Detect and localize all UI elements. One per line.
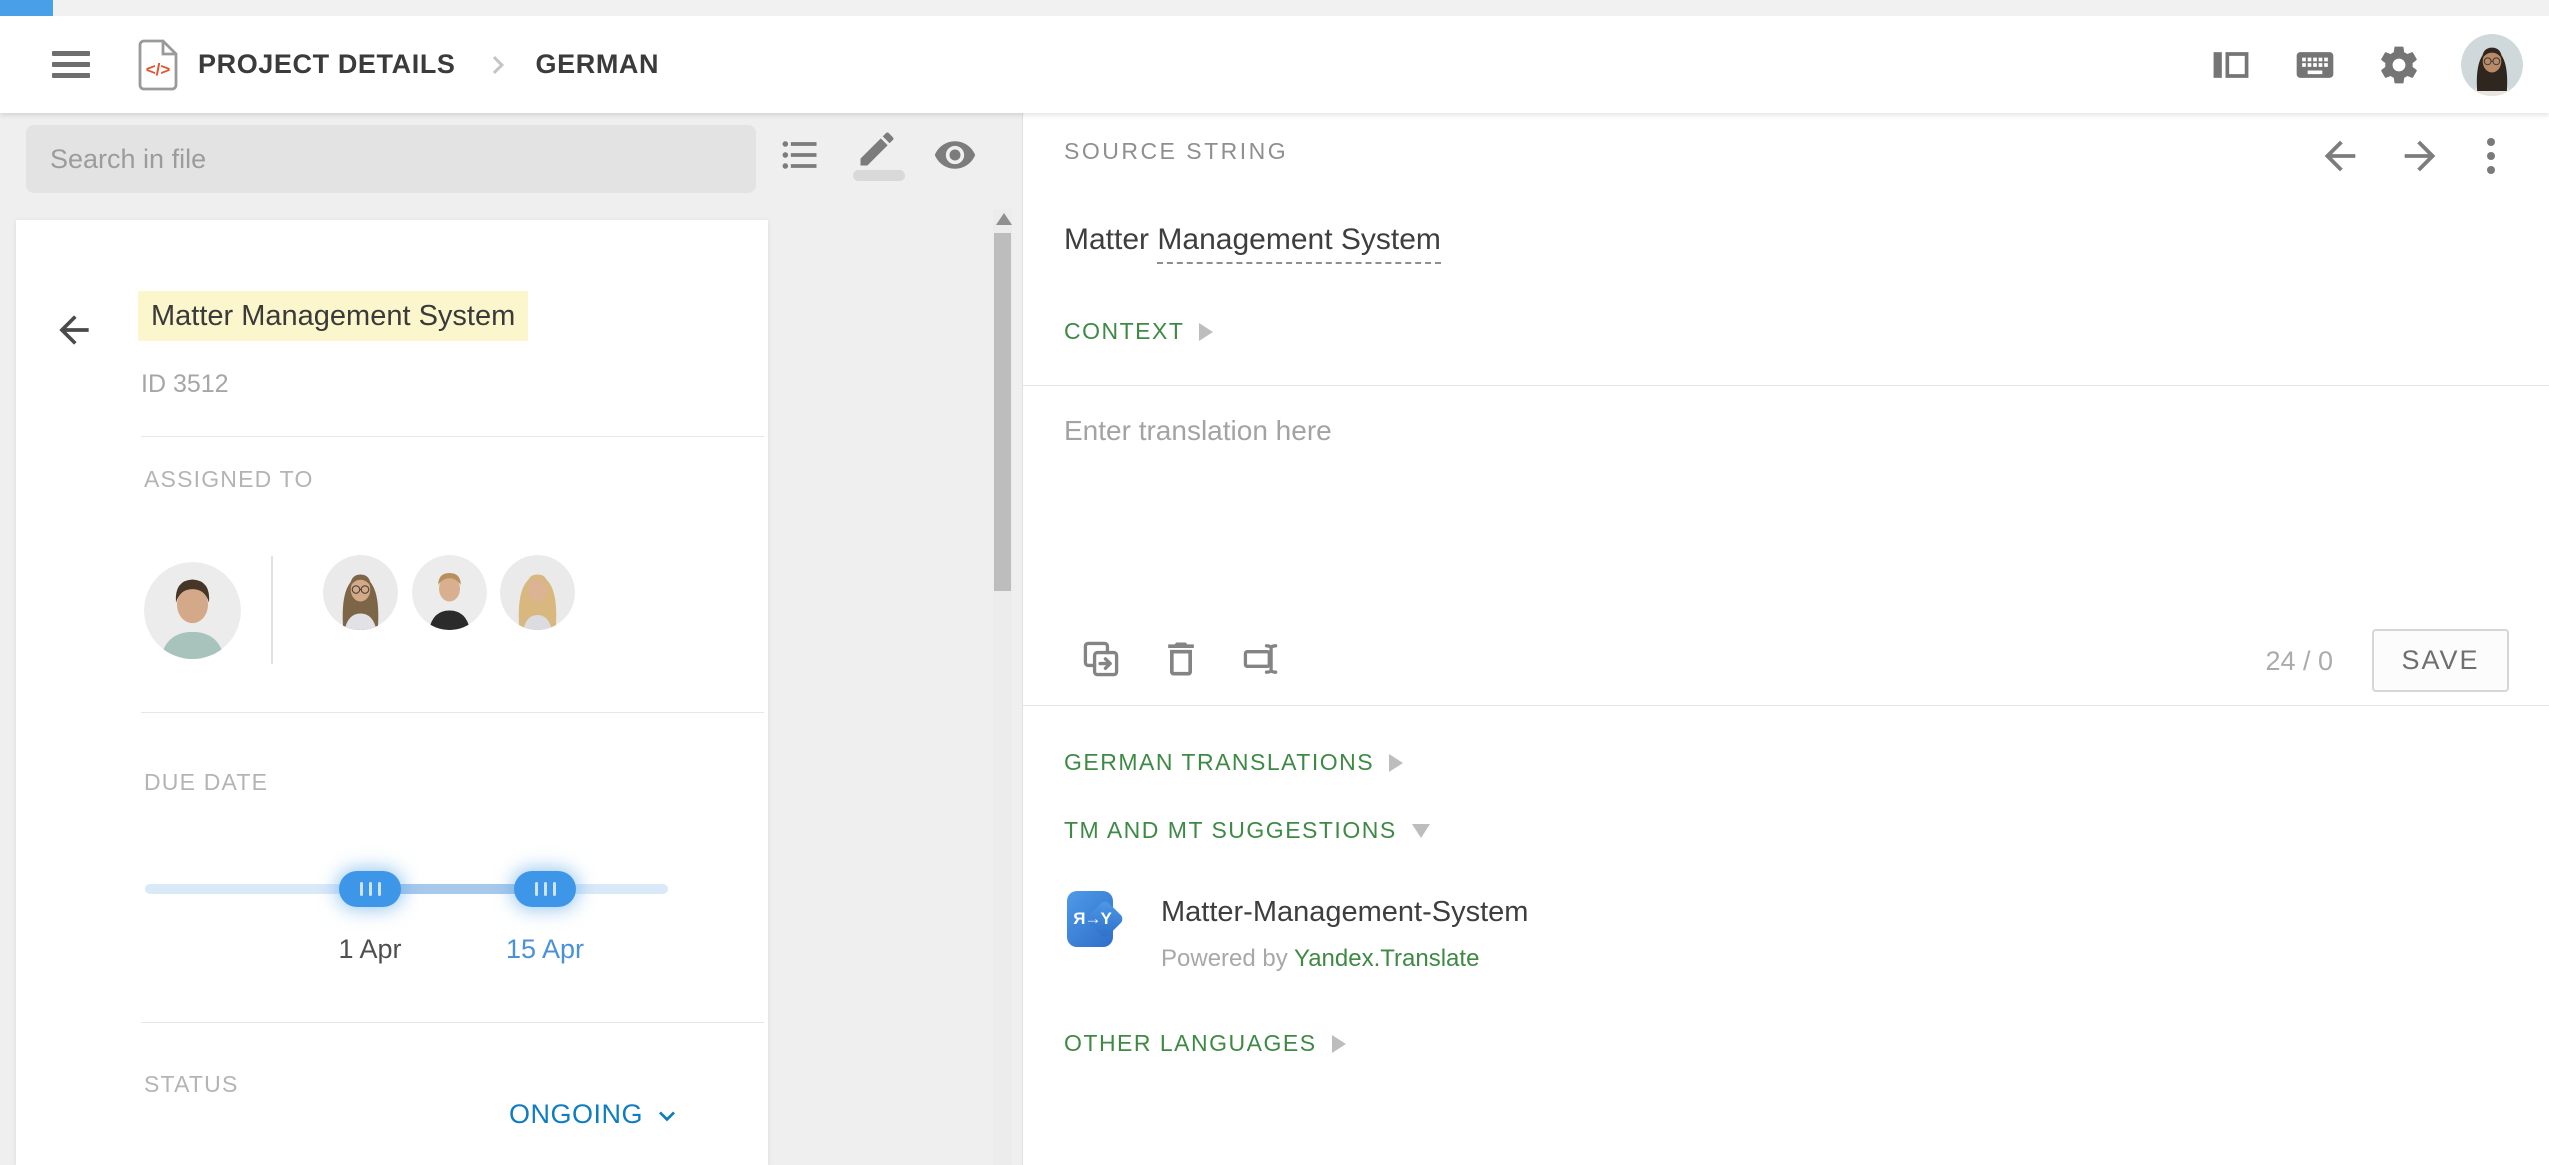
back-arrow-icon[interactable] [52, 308, 96, 352]
avatar-divider [271, 556, 273, 664]
save-button[interactable]: SAVE [2372, 629, 2509, 692]
divider [141, 712, 764, 713]
german-translations-label: GERMAN TRANSLATIONS [1064, 749, 1374, 776]
chevron-right-icon [480, 47, 516, 83]
divider [1023, 705, 2549, 706]
tm-mt-suggestions-label: TM AND MT SUGGESTIONS [1064, 817, 1397, 844]
source-string-label: SOURCE STRING [1064, 138, 1288, 165]
edit-pencil-icon[interactable] [855, 127, 899, 171]
left-panel: Matter Management System ID 3512 ASSIGNE… [0, 113, 1022, 1165]
string-id: ID 3512 [141, 370, 229, 399]
main-area: Matter Management System ID 3512 ASSIGNE… [0, 113, 2549, 1165]
progress-fill [0, 0, 53, 16]
more-options-icon[interactable] [2477, 134, 2505, 178]
other-languages-label: OTHER LANGUAGES [1064, 1030, 1317, 1057]
assigned-to-label: ASSIGNED TO [144, 466, 314, 493]
string-title-highlight: Matter Management System [138, 291, 528, 341]
menu-icon[interactable] [52, 45, 90, 84]
divider [1023, 385, 2549, 386]
status-label: STATUS [144, 1071, 239, 1098]
context-section-toggle[interactable]: CONTEXT [1064, 318, 1213, 345]
suggestion-attribution: Powered by Yandex.Translate [1161, 945, 1528, 973]
divider [141, 1022, 764, 1023]
string-title: Matter Management System [138, 300, 528, 333]
scrollbar-up-arrow-icon[interactable] [996, 213, 1012, 225]
previous-string-arrow-icon[interactable] [2317, 133, 2363, 179]
settings-gear-icon[interactable] [2377, 43, 2421, 87]
status-dropdown[interactable]: ONGOING [509, 1096, 683, 1132]
collapsed-triangle-icon [1332, 1035, 1346, 1053]
expanded-triangle-icon [1412, 824, 1430, 838]
suggestion-text[interactable]: Matter-Management-System [1161, 896, 1528, 929]
clear-translation-trash-icon[interactable] [1159, 637, 1203, 681]
tm-mt-suggestions-toggle[interactable]: TM AND MT SUGGESTIONS [1064, 817, 1430, 844]
topbar-actions [2209, 34, 2523, 96]
scrollbar-thumb[interactable] [994, 233, 1011, 591]
search-input[interactable] [26, 125, 756, 193]
source-text-marked-term[interactable]: Management System [1157, 223, 1440, 264]
collapsed-triangle-icon [1199, 323, 1213, 341]
yandex-translate-icon: Я→Y [1067, 890, 1125, 948]
assignee-avatar[interactable] [412, 555, 487, 630]
next-string-arrow-icon[interactable] [2397, 133, 2443, 179]
select-text-icon[interactable] [1239, 637, 1283, 681]
preview-eye-icon[interactable] [933, 133, 977, 177]
assignee-avatar-primary[interactable] [144, 562, 241, 659]
svg-text:</>: </> [146, 60, 171, 79]
string-navigation [2317, 133, 2505, 179]
slider-handle-start[interactable] [339, 871, 401, 907]
due-date-label: DUE DATE [144, 769, 268, 796]
chevron-down-icon [651, 1100, 683, 1132]
topbar: </> PROJECT DETAILS GERMAN [0, 16, 2549, 113]
mt-suggestion-row[interactable]: Я→Y Matter-Management-System Powered by … [1067, 890, 1528, 973]
context-label: CONTEXT [1064, 318, 1184, 345]
provider-link[interactable]: Yandex.Translate [1294, 945, 1479, 972]
breadcrumb-file-german[interactable]: GERMAN [536, 49, 660, 80]
editor-toolbar [1079, 637, 1283, 681]
due-date-start: 1 Apr [305, 934, 435, 965]
breadcrumb-project-details[interactable]: PROJECT DETAILS [198, 49, 456, 80]
assignee-avatar[interactable] [500, 555, 575, 630]
string-details-card: Matter Management System ID 3512 ASSIGNE… [16, 220, 768, 1165]
file-code-icon: </> [134, 38, 182, 92]
edit-mode-indicator [853, 170, 905, 181]
editor-panel: SOURCE STRING MatterManagement System CO… [1022, 113, 2549, 1165]
assignee-avatar[interactable] [323, 555, 398, 630]
other-languages-toggle[interactable]: OTHER LANGUAGES [1064, 1030, 1346, 1057]
keyboard-icon[interactable] [2293, 43, 2337, 87]
character-counter: 24 / 0 [2265, 646, 2333, 677]
user-avatar[interactable] [2461, 34, 2523, 96]
slider-handle-end[interactable] [514, 871, 576, 907]
divider [141, 436, 764, 437]
string-list-icon[interactable] [778, 133, 822, 177]
source-text-plain: Matter [1064, 223, 1149, 256]
source-string-text: MatterManagement System [1064, 223, 1441, 257]
copy-source-icon[interactable] [1079, 637, 1123, 681]
due-date-range-slider [145, 884, 668, 894]
due-date-end[interactable]: 15 Apr [480, 934, 610, 965]
translation-input[interactable] [1059, 403, 2499, 623]
top-progress-strip [0, 0, 2549, 16]
german-translations-toggle[interactable]: GERMAN TRANSLATIONS [1064, 749, 1403, 776]
collapsed-triangle-icon [1389, 754, 1403, 772]
status-value: ONGOING [509, 1099, 643, 1130]
side-panel-icon[interactable] [2209, 43, 2253, 87]
powered-by-label: Powered by [1161, 945, 1288, 972]
